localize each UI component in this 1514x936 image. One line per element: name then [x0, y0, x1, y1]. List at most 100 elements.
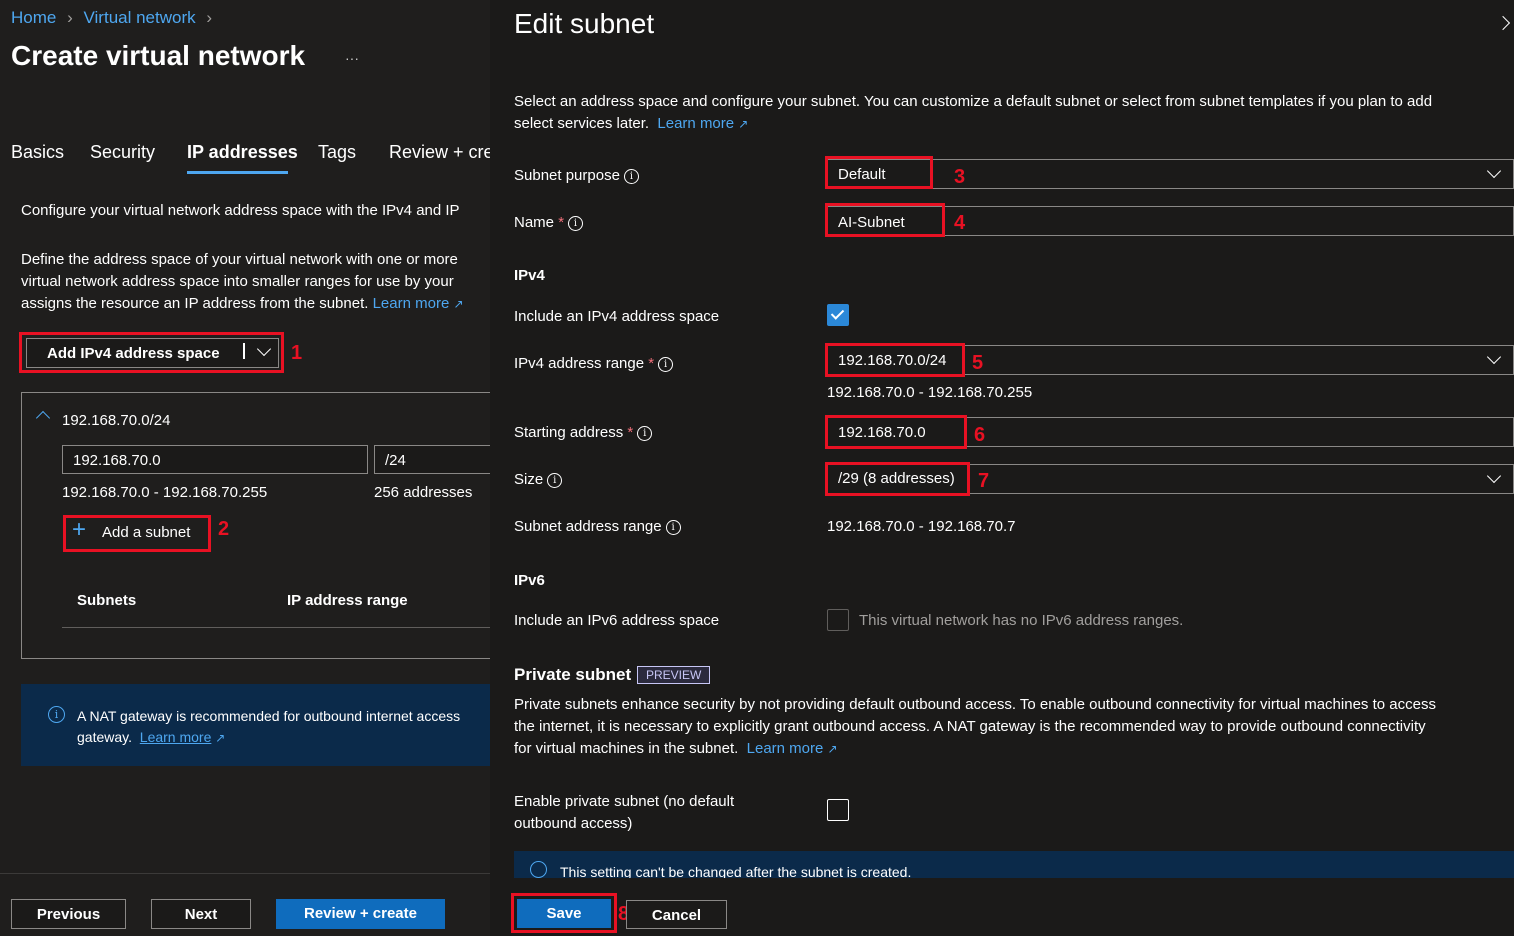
address-range-text: 192.168.70.0 - 192.168.70.255: [62, 484, 268, 501]
external-link-icon: ↗: [827, 742, 838, 756]
ipv4-range-value: 192.168.70.0/24: [838, 352, 947, 369]
annotation-4: 4: [954, 212, 966, 234]
info-bar-text: This setting can't be changed after the …: [560, 864, 912, 878]
chevron-down-icon[interactable]: [256, 341, 272, 357]
info-icon[interactable]: i: [658, 356, 674, 372]
intro-line: select services later.: [514, 115, 650, 132]
label-text: Starting address: [514, 424, 624, 441]
label-text: Size: [514, 471, 544, 488]
close-panel-icon[interactable]: [1495, 15, 1511, 31]
tab-review-create[interactable]: Review + cre: [389, 142, 490, 163]
annotation-6: 6: [974, 424, 986, 446]
add-subnet-button[interactable]: + Add a subnet: [70, 517, 204, 547]
more-options-icon[interactable]: ···: [345, 50, 359, 66]
description-line: assigns the resource an IP address from …: [21, 295, 369, 312]
chevron-down-icon: [1486, 349, 1502, 365]
cancel-button[interactable]: Cancel: [626, 900, 727, 929]
create-vnet-blade: Home › Virtual network › Create virtual …: [0, 0, 490, 936]
enable-private-subnet-checkbox[interactable]: [827, 799, 849, 821]
save-button[interactable]: Save: [517, 899, 611, 928]
label-text: Name: [514, 214, 555, 231]
edit-subnet-panel: Edit subnet Select an address space and …: [490, 0, 1514, 936]
name-value: AI-Subnet: [838, 214, 905, 231]
plus-icon: +: [72, 516, 87, 543]
starting-address-value: 192.168.70.0: [838, 424, 926, 441]
add-ipv4-label: Add IPv4 address space: [47, 345, 220, 362]
add-ipv4-address-space-button[interactable]: Add IPv4 address space: [26, 338, 279, 368]
nat-info-line: gateway.: [77, 729, 132, 745]
private-info-bar: This setting can't be changed after the …: [514, 851, 1514, 878]
nat-learn-more-link[interactable]: Learn more: [140, 729, 212, 745]
label-text: IPv4 address range: [514, 355, 645, 372]
start-address-input[interactable]: 192.168.70.0: [62, 445, 368, 474]
annotation-5: 5: [972, 352, 984, 374]
info-icon[interactable]: i: [665, 519, 681, 535]
required-marker: *: [648, 355, 655, 372]
external-link-icon: ↗: [738, 117, 749, 131]
info-icon[interactable]: i: [568, 215, 584, 231]
review-create-button[interactable]: Review + create: [276, 899, 445, 929]
label-text: Subnet address range: [514, 518, 662, 535]
subnet-range-value: 192.168.70.0 - 192.168.70.7: [827, 518, 1016, 535]
info-icon[interactable]: i: [637, 425, 653, 441]
tab-security[interactable]: Security: [90, 142, 155, 163]
tab-ip-addresses[interactable]: IP addresses: [187, 142, 298, 163]
private-description-line: for virtual machines in the subnet.: [514, 740, 739, 757]
tab-tags[interactable]: Tags: [318, 142, 356, 163]
annotation-1: 1: [291, 342, 303, 364]
annotation-3: 3: [954, 166, 966, 188]
chevron-down-icon: [1486, 163, 1502, 179]
breadcrumb-separator-icon: ›: [206, 8, 213, 27]
prefix-input[interactable]: /24: [374, 445, 490, 474]
ipv6-note: This virtual network has no IPv6 address…: [859, 612, 1184, 629]
column-header-ip-range: IP address range: [287, 592, 408, 609]
info-icon[interactable]: i: [623, 168, 639, 184]
intro-line: Select an address space and configure yo…: [514, 93, 1433, 110]
include-ipv6-checkbox[interactable]: [827, 609, 849, 631]
label-line: outbound access): [514, 815, 633, 832]
address-count-text: 256 addresses: [374, 484, 473, 501]
include-ipv6-label: Include an IPv6 address space: [514, 612, 720, 629]
label-line: Enable private subnet (no default: [514, 793, 735, 810]
include-ipv4-checkbox[interactable]: [827, 304, 849, 326]
tab-basics[interactable]: Basics: [11, 142, 64, 163]
add-subnet-label: Add a subnet: [102, 524, 191, 541]
breadcrumb-home[interactable]: Home: [11, 8, 56, 27]
include-ipv4-label: Include an IPv4 address space: [514, 308, 720, 325]
label-text: Subnet purpose: [514, 167, 620, 184]
private-description-line: Private subnets enhance security by not …: [514, 696, 1436, 713]
ipv6-heading: IPv6: [514, 572, 545, 589]
private-subnet-heading: Private subnet: [514, 665, 632, 684]
checkmark-icon: [830, 306, 845, 320]
table-divider: [62, 627, 490, 628]
info-icon[interactable]: i: [547, 472, 563, 488]
ipv4-heading: IPv4: [514, 267, 545, 284]
subnet-purpose-value: Default: [838, 166, 886, 183]
ipv4-range-hint: 192.168.70.0 - 192.168.70.255: [827, 384, 1033, 401]
info-icon: i: [48, 706, 65, 723]
private-learn-more-link[interactable]: Learn more: [747, 740, 824, 757]
size-value: /29 (8 addresses): [838, 470, 955, 487]
next-button[interactable]: Next: [151, 899, 251, 929]
learn-more-link[interactable]: Learn more: [657, 115, 734, 132]
ip-description: Configure your virtual network address s…: [21, 202, 460, 219]
chevron-down-icon: [1486, 468, 1502, 484]
annotation-7: 7: [978, 470, 990, 492]
active-tab-indicator: [187, 171, 288, 174]
nat-info-line: A NAT gateway is recommended for outboun…: [77, 708, 461, 724]
breadcrumb-separator-icon: ›: [67, 8, 73, 27]
breadcrumb-virtual-network[interactable]: Virtual network: [84, 8, 196, 27]
learn-more-link[interactable]: Learn more: [373, 295, 450, 312]
panel-intro: Select an address space and configure yo…: [514, 91, 1432, 135]
required-marker: *: [558, 214, 565, 231]
external-link-icon: ↗: [453, 297, 464, 311]
private-description-line: the internet, it is necessary to explici…: [514, 718, 1426, 735]
ipv4-range-label: IPv4 address range * i: [514, 355, 674, 372]
column-header-subnets: Subnets: [77, 592, 137, 609]
address-space-title: 192.168.70.0/24: [62, 412, 171, 429]
panel-title: Edit subnet: [514, 8, 655, 39]
name-label: Name * i: [514, 214, 584, 231]
page-title: Create virtual network: [11, 40, 306, 71]
previous-button[interactable]: Previous: [11, 899, 126, 929]
subnet-range-label: Subnet address range i: [514, 518, 681, 535]
